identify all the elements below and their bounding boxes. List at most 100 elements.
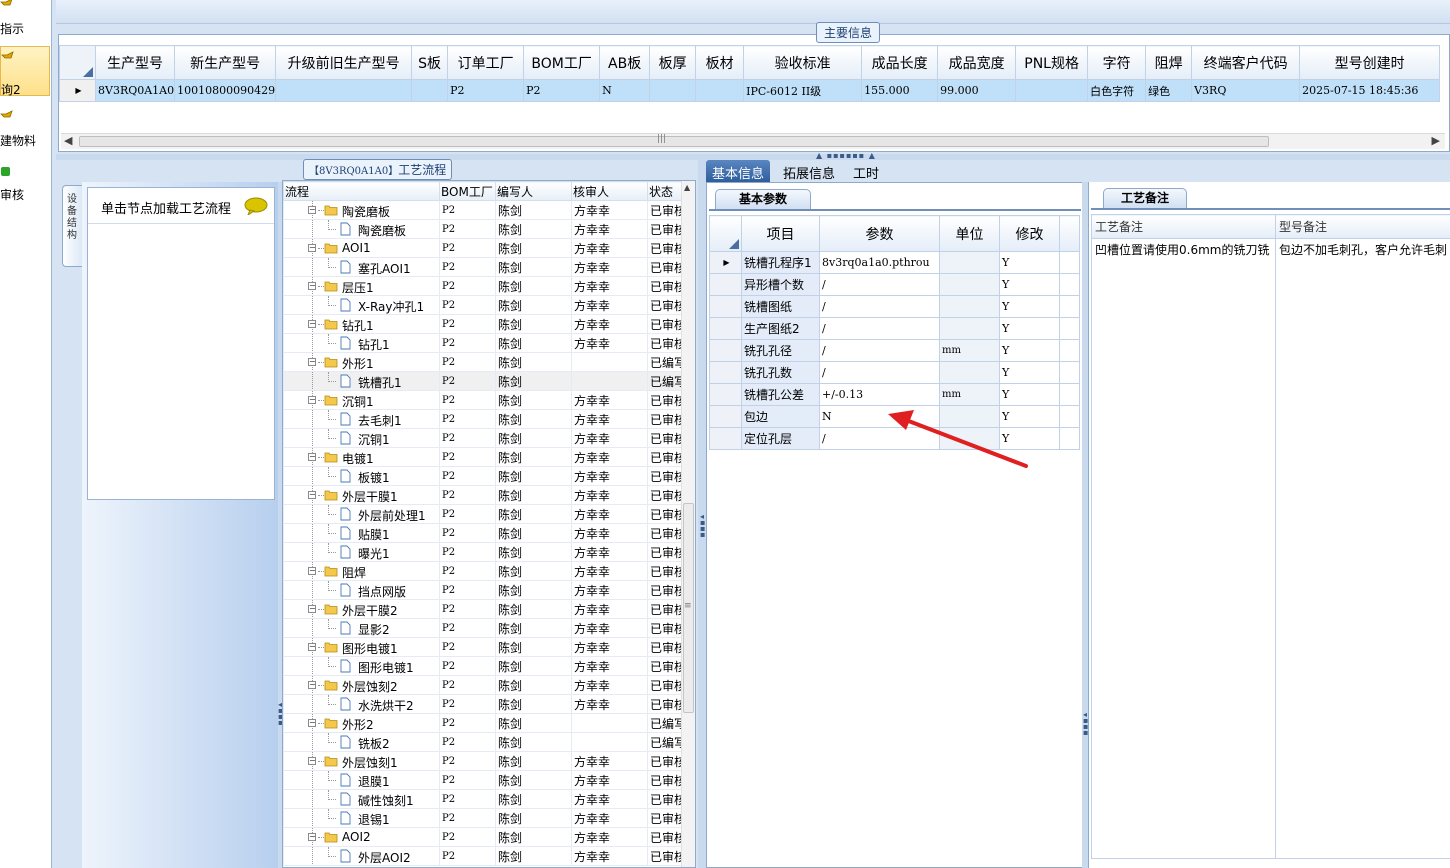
process-row[interactable]: − 外层干膜1 P2 陈剑 方幸幸 已审核 [283, 485, 688, 505]
collapse-icon[interactable]: − [308, 757, 316, 765]
collapse-icon[interactable]: − [308, 453, 316, 461]
model-remark-field[interactable]: 包边不加毛刺孔，客户允许毛刺 [1274, 238, 1450, 859]
process-node[interactable]: − 沉铜1 [283, 390, 440, 410]
process-row[interactable]: − AOI2 P2 陈剑 方幸幸 已审核 [283, 827, 688, 847]
process-col-header[interactable]: 编写人 [495, 181, 572, 201]
main-cell[interactable]: P2 [523, 79, 601, 102]
process-row[interactable]: − 图形电镀1 P2 陈剑 方幸幸 已审核 [283, 637, 688, 657]
process-col-header[interactable]: 核审人 [571, 181, 648, 201]
main-col-header[interactable]: 成品长度 [861, 45, 939, 80]
main-col-header[interactable]: BOM工厂 [523, 45, 601, 80]
param-cell-value[interactable]: 8v3rq0a1a0.pthrou [819, 251, 940, 274]
tab-extended-info[interactable]: 拓展信息 [777, 160, 841, 182]
param-cell-value[interactable]: +/-0.13 [819, 383, 940, 406]
main-cell[interactable] [1015, 79, 1089, 102]
process-row[interactable]: − 外形2 P2 陈剑 已编写 [283, 713, 688, 733]
horizontal-scrollbar[interactable]: ◀ ||| ▶ [61, 133, 1445, 149]
row-selector-icon[interactable] [709, 427, 742, 450]
collapse-icon[interactable]: − [308, 206, 316, 214]
process-row[interactable]: 退锡1 P2 陈剑 方幸幸 已审核 [283, 808, 688, 828]
main-cell[interactable]: 155.000 [861, 79, 939, 102]
process-node[interactable]: 挡点网版 [283, 580, 440, 600]
process-row[interactable]: 外层AOI2 P2 陈剑 方幸幸 已审核 [283, 846, 688, 866]
process-node[interactable]: − AOI2 [283, 827, 440, 847]
process-node[interactable]: − 钻孔1 [283, 314, 440, 334]
collapse-icon[interactable]: − [308, 282, 316, 290]
main-col-header[interactable]: 成品宽度 [937, 45, 1017, 80]
main-col-header[interactable]: 板厚 [649, 45, 697, 80]
row-selector-icon[interactable]: ▶ [59, 79, 96, 102]
param-cell-edit[interactable]: Y [999, 273, 1060, 296]
main-cell[interactable]: 绿色 [1145, 79, 1193, 102]
process-row[interactable]: 显影2 P2 陈剑 方幸幸 已审核 [283, 618, 688, 638]
process-row[interactable]: 退膜1 P2 陈剑 方幸幸 已审核 [283, 770, 688, 790]
process-row[interactable]: − 外层干膜2 P2 陈剑 方幸幸 已审核 [283, 599, 688, 619]
main-cell[interactable]: 99.000 [937, 79, 1017, 102]
process-node[interactable]: 去毛刺1 [283, 409, 440, 429]
main-col-header[interactable]: S板 [411, 45, 449, 80]
process-row[interactable]: 贴膜1 P2 陈剑 方幸幸 已审核 [283, 523, 688, 543]
param-col-header[interactable]: 参数 [819, 215, 940, 252]
main-col-header[interactable]: 生产型号 [94, 45, 176, 80]
nav-item-0[interactable]: 指示 [0, 0, 50, 44]
row-selector-icon[interactable]: ▶ [709, 251, 742, 274]
process-node[interactable]: 铣槽孔1 [283, 371, 440, 391]
process-node[interactable]: − AOI1 [283, 238, 440, 258]
param-row[interactable]: ▶ 铣槽孔程序1 8v3rq0a1a0.pthrou Y [709, 251, 1080, 274]
process-node[interactable]: 外层前处理1 [283, 504, 440, 524]
process-node[interactable]: − 阻焊 [283, 561, 440, 581]
process-node[interactable]: 钻孔1 [283, 333, 440, 353]
process-vertical-scrollbar[interactable]: ▲ ≡ [681, 181, 695, 867]
scroll-left-icon[interactable]: ◀ [64, 134, 72, 147]
main-col-header[interactable]: 字符 [1087, 45, 1147, 80]
process-node[interactable]: 退锡1 [283, 808, 440, 828]
process-row[interactable]: X-Ray冲孔1 P2 陈剑 方幸幸 已审核 [283, 295, 688, 315]
process-row[interactable]: − 钻孔1 P2 陈剑 方幸幸 已审核 [283, 314, 688, 334]
collapse-icon[interactable]: − [308, 491, 316, 499]
main-col-header[interactable]: 新生产型号 [174, 45, 277, 80]
process-row[interactable]: 图形电镀1 P2 陈剑 方幸幸 已审核 [283, 656, 688, 676]
main-cell[interactable]: N [599, 79, 651, 102]
collapse-icon[interactable]: − [308, 681, 316, 689]
process-node[interactable]: 水洗烘干2 [283, 694, 440, 714]
main-col-header[interactable]: 订单工厂 [447, 45, 525, 80]
middle-splitter[interactable]: ◂ ▪ ▪ ▪ [698, 160, 706, 868]
scroll-up-icon[interactable]: ▲ [684, 183, 690, 192]
process-row[interactable]: − 层压1 P2 陈剑 方幸幸 已审核 [283, 276, 688, 296]
row-selector-icon[interactable] [709, 361, 742, 384]
param-row[interactable]: 铣孔孔数 / Y [709, 361, 1080, 384]
tab-basic-info[interactable]: 基本信息 [706, 160, 771, 182]
collapse-icon[interactable]: − [308, 358, 316, 366]
main-cell[interactable]: P2 [447, 79, 525, 102]
process-row[interactable]: 塞孔AOI1 P2 陈剑 方幸幸 已审核 [283, 257, 688, 277]
row-selector-icon[interactable] [709, 273, 742, 296]
process-row[interactable]: 铣板2 P2 陈剑 已编写 [283, 732, 688, 752]
process-row[interactable]: 板镀1 P2 陈剑 方幸幸 已审核 [283, 466, 688, 486]
process-node[interactable]: − 图形电镀1 [283, 637, 440, 657]
nav-item-2[interactable]: 建物料 [0, 106, 50, 156]
process-row[interactable]: 挡点网版 P2 陈剑 方幸幸 已审核 [283, 580, 688, 600]
param-cell-value[interactable]: / [819, 295, 940, 318]
param-col-header[interactable]: 项目 [741, 215, 820, 252]
row-selector-icon[interactable] [709, 405, 742, 428]
param-row[interactable]: 生产图纸2/ Y [709, 317, 1080, 340]
process-row[interactable]: 水洗烘干2 P2 陈剑 方幸幸 已审核 [283, 694, 688, 714]
collapse-icon[interactable]: − [308, 719, 316, 727]
main-cell[interactable]: 2025-07-15 18:45:36 [1299, 79, 1441, 102]
row-selector-icon[interactable] [709, 339, 742, 362]
process-row[interactable]: − 外层蚀刻1 P2 陈剑 方幸幸 已审核 [283, 751, 688, 771]
process-row[interactable]: − 外层蚀刻2 P2 陈剑 方幸幸 已审核 [283, 675, 688, 695]
row-selector-icon[interactable] [709, 383, 742, 406]
process-remark-field[interactable]: 凹槽位置请使用0.6mm的铣刀铣 [1091, 238, 1276, 859]
collapse-icon[interactable]: − [308, 605, 316, 613]
main-cell[interactable] [695, 79, 745, 102]
main-cell[interactable] [275, 79, 413, 102]
process-node[interactable]: 陶瓷磨板 [283, 219, 440, 239]
tab-equipment-structure[interactable]: 设备结构 [62, 185, 82, 267]
process-node[interactable]: − 外形2 [283, 713, 440, 733]
process-node[interactable]: 贴膜1 [283, 523, 440, 543]
process-node[interactable]: − 电镀1 [283, 447, 440, 467]
process-node[interactable]: 曝光1 [283, 542, 440, 562]
process-row[interactable]: 外层前处理1 P2 陈剑 方幸幸 已审核 [283, 504, 688, 524]
param-cell-edit[interactable]: Y [999, 383, 1060, 406]
